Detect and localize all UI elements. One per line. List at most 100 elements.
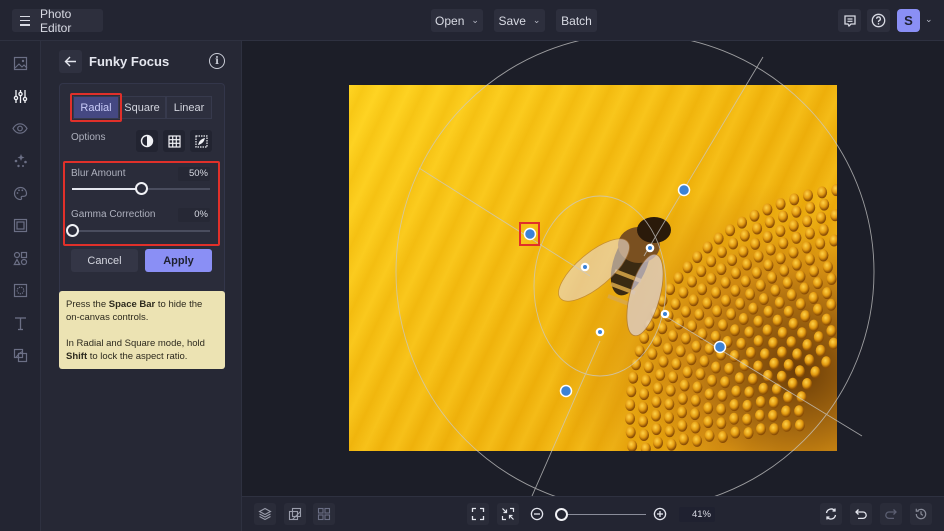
actual-size-button[interactable] bbox=[497, 503, 519, 525]
rail-item-touch-up[interactable] bbox=[10, 150, 30, 170]
grid-option-button[interactable] bbox=[163, 130, 185, 152]
zoom-in-icon bbox=[653, 507, 667, 521]
rail-item-layers[interactable] bbox=[10, 345, 30, 365]
frame-icon bbox=[13, 218, 27, 232]
zoom-slider-thumb[interactable] bbox=[555, 508, 568, 521]
undo-icon bbox=[855, 509, 867, 520]
feedback-icon bbox=[843, 14, 856, 27]
rail-item-graphics[interactable] bbox=[10, 248, 30, 268]
batch-button[interactable]: Batch bbox=[556, 9, 597, 32]
mode-tab-linear[interactable]: Linear bbox=[166, 96, 212, 119]
apply-button[interactable]: Apply bbox=[145, 249, 212, 272]
main-menu-button[interactable]: Photo Editor bbox=[12, 7, 103, 35]
fit-screen-icon bbox=[471, 507, 485, 521]
options-label: Options bbox=[71, 132, 106, 143]
gamma-correction-label: Gamma Correction bbox=[71, 209, 156, 220]
texture-icon bbox=[13, 283, 27, 297]
sparkle-icon bbox=[14, 153, 27, 167]
redo-button[interactable] bbox=[880, 503, 902, 525]
blur-amount-value[interactable]: 50% bbox=[178, 167, 210, 181]
outer-ring-handle-right[interactable] bbox=[713, 340, 727, 354]
rail-item-adjustments[interactable] bbox=[10, 86, 30, 106]
text-icon bbox=[14, 316, 26, 330]
blur-amount-slider[interactable] bbox=[72, 182, 210, 195]
outer-focus-ring[interactable] bbox=[395, 41, 875, 496]
fit-screen-button[interactable] bbox=[467, 503, 489, 525]
gamma-correction-thumb[interactable] bbox=[66, 224, 79, 237]
zoom-slider-track[interactable] bbox=[562, 514, 646, 515]
compare-button[interactable] bbox=[284, 503, 306, 525]
inner-focus-ring[interactable] bbox=[533, 195, 667, 377]
zoom-in-button[interactable] bbox=[649, 503, 671, 525]
outer-ring-handle-left[interactable] bbox=[523, 227, 537, 241]
rail-item-artsy[interactable] bbox=[10, 183, 30, 203]
outer-ring-handle-bottom[interactable] bbox=[559, 384, 573, 398]
redo-icon bbox=[885, 509, 897, 520]
canvas-area[interactable] bbox=[242, 41, 944, 496]
mode-tab-radial[interactable]: Radial bbox=[73, 96, 119, 119]
gamma-correction-slider[interactable] bbox=[66, 224, 210, 237]
tip-box: Press the Space Bar to hide the on-canva… bbox=[59, 291, 225, 369]
invert-mask-icon bbox=[194, 134, 208, 148]
grid-view-icon bbox=[317, 507, 331, 521]
panel-title: Funky Focus bbox=[89, 54, 170, 69]
rail-item-effects[interactable] bbox=[10, 118, 30, 138]
reset-button[interactable] bbox=[820, 503, 842, 525]
focus-axis-line bbox=[664, 315, 863, 437]
grid-icon bbox=[167, 134, 181, 148]
arrow-left-icon bbox=[64, 56, 76, 67]
zoom-value[interactable]: 41% bbox=[679, 507, 715, 522]
gamma-correction-value[interactable]: 0% bbox=[178, 208, 210, 222]
outer-ring-handle-top[interactable] bbox=[677, 183, 691, 197]
help-icon bbox=[871, 13, 886, 28]
user-avatar[interactable]: S bbox=[897, 9, 920, 32]
palette-icon bbox=[13, 186, 27, 200]
save-button[interactable]: Save ⌄ bbox=[494, 9, 545, 32]
tip-paragraph-2: In Radial and Square mode, hold Shift to… bbox=[66, 337, 218, 363]
menu-icon bbox=[20, 15, 30, 26]
feedback-button[interactable] bbox=[838, 9, 861, 32]
rail-item-image[interactable] bbox=[10, 53, 30, 73]
tip-text: In Radial and Square mode, hold bbox=[66, 338, 205, 349]
open-label: Open bbox=[435, 13, 465, 28]
tip-key-shift: Shift bbox=[66, 351, 88, 362]
mode-tab-square[interactable]: Square bbox=[118, 96, 166, 119]
layers-button[interactable] bbox=[254, 503, 276, 525]
history-icon bbox=[915, 508, 927, 520]
handles bbox=[523, 183, 727, 398]
help-button[interactable] bbox=[867, 9, 890, 32]
save-label: Save bbox=[498, 13, 526, 28]
contrast-option-button[interactable] bbox=[136, 130, 158, 152]
funky-focus-panel: Funky Focus i Radial Square Linear Optio… bbox=[41, 41, 242, 531]
tip-paragraph-1: Press the Space Bar to hide the on-canva… bbox=[66, 298, 218, 324]
history-button[interactable] bbox=[910, 503, 932, 525]
contrast-icon bbox=[140, 134, 154, 148]
account-chevron-down-icon[interactable]: ⌄ bbox=[925, 14, 933, 25]
info-icon[interactable]: i bbox=[209, 53, 225, 69]
chevron-down-icon: ⌄ bbox=[532, 15, 541, 25]
chevron-down-icon: ⌄ bbox=[471, 15, 479, 25]
focus-settings-card: Radial Square Linear Options Blur Amount… bbox=[59, 83, 225, 323]
cancel-button[interactable]: Cancel bbox=[71, 249, 138, 272]
tip-text: to lock the aspect ratio. bbox=[87, 351, 188, 362]
rail-item-overlays[interactable] bbox=[10, 280, 30, 300]
focus-axis-line bbox=[531, 340, 601, 496]
tip-key-space-bar: Space Bar bbox=[108, 299, 156, 310]
grid-view-button[interactable] bbox=[313, 503, 335, 525]
undo-button[interactable] bbox=[850, 503, 872, 525]
compare-icon bbox=[288, 507, 302, 521]
back-button[interactable] bbox=[59, 50, 82, 73]
zoom-out-button[interactable] bbox=[526, 503, 548, 525]
zoom-out-icon bbox=[530, 507, 544, 521]
reset-icon bbox=[825, 508, 837, 520]
open-button[interactable]: Open ⌄ bbox=[431, 9, 483, 32]
rail-item-text[interactable] bbox=[10, 313, 30, 333]
inner-ring-handle-dot bbox=[598, 330, 602, 334]
tool-rail bbox=[0, 41, 41, 531]
rail-item-frames[interactable] bbox=[10, 215, 30, 235]
invert-mask-option-button[interactable] bbox=[190, 130, 212, 152]
blur-amount-label: Blur Amount bbox=[71, 168, 126, 179]
blur-amount-thumb[interactable] bbox=[135, 182, 148, 195]
sliders-icon bbox=[13, 89, 27, 103]
focus-axis-line bbox=[418, 167, 591, 277]
